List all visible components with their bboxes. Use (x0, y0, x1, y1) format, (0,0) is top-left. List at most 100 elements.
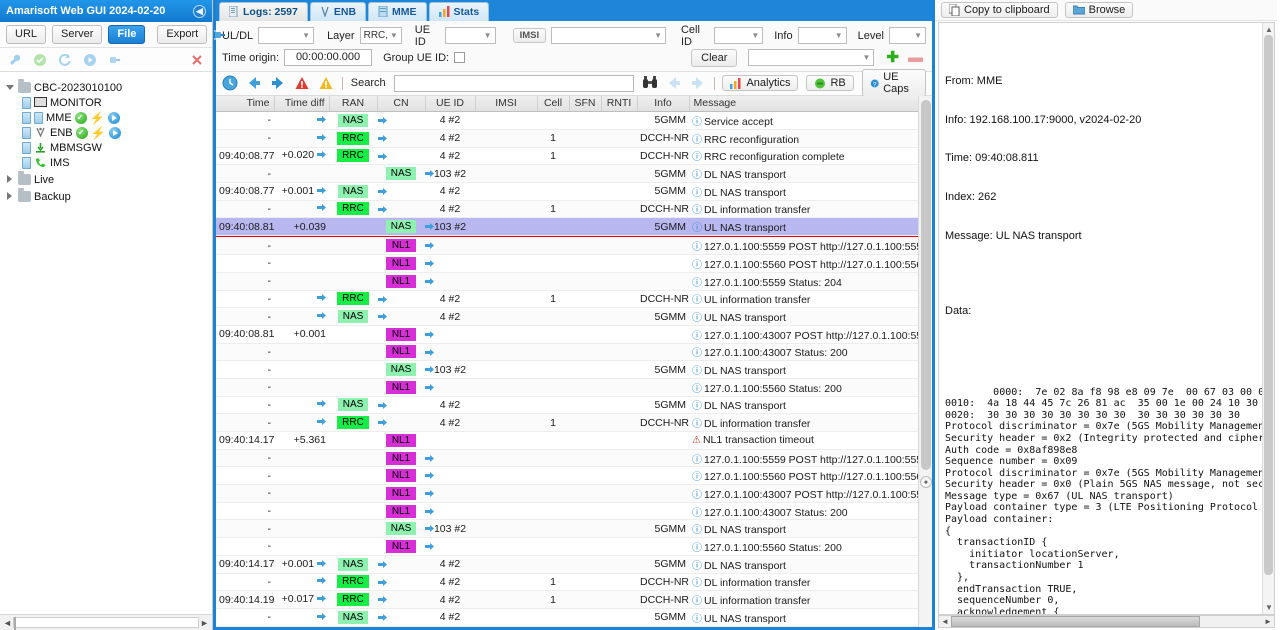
detail-text[interactable]: From: MME Info: 192.168.100.17:9000, v20… (939, 23, 1262, 614)
table-row[interactable]: - NL1 ⓘ 127.0.1.100:5560 Status: 200 (216, 537, 918, 556)
clear-button[interactable]: Clear (691, 48, 738, 67)
binoculars-icon[interactable] (642, 75, 658, 91)
detail-horizontal-scrollbar[interactable]: ◄ ► (938, 615, 1275, 628)
layer-select[interactable]: RRC, ▼ (359, 27, 402, 45)
table-row[interactable]: - NAS 103 #2 5GMM ⓘ DL NAS transport (216, 360, 918, 379)
scroll-up-arrow-icon[interactable]: ▲ (1265, 25, 1273, 34)
warning-triangle-icon[interactable] (318, 75, 334, 91)
scroll-thumb[interactable] (14, 617, 16, 630)
scroll-right-arrow-icon[interactable]: ► (1262, 617, 1274, 626)
table-column-header[interactable]: Cell (537, 95, 570, 113)
caret-right-icon[interactable] (6, 192, 15, 201)
ueid-select[interactable]: ▼ (444, 27, 496, 45)
table-row[interactable]: - NL1 ⓘ 127.0.1.100:5560 POST http://127.0.… (216, 466, 918, 486)
tab-mme[interactable]: MME (368, 1, 427, 21)
tree-item-mme[interactable]: MME ⚡ (6, 110, 212, 125)
table-row[interactable]: - NL1 ⓘ 127.0.1.100:5560 POST http://127.0.… (216, 254, 918, 273)
scroll-thumb[interactable] (951, 616, 1200, 627)
detail-vertical-scrollbar[interactable]: ▲ ▼ (1262, 23, 1274, 614)
table-row[interactable]: - RRC 4 #2 1 DCCH-NR ⓘ RRC reconfiguration (216, 129, 918, 148)
table-vertical-scrollbar[interactable]: ✦ (918, 95, 932, 627)
copy-to-clipboard-button[interactable]: Copy to clipboard (941, 2, 1058, 18)
clock-icon[interactable] (222, 75, 238, 91)
table-row[interactable]: 09:40:14.174+0.001 NAS 4 #2 5GMMⓘDL NAS tr… (216, 555, 918, 574)
table-row[interactable]: - NL1 ⓘ 127.0.1.100:5559 POST http://127.0.… (216, 449, 918, 468)
table-row[interactable]: - RRC 4 #2 1 DCCH-NR ⓘ DL information transfe… (216, 200, 918, 219)
table-row[interactable]: - NL1 ⓘ 127.0.1.100:5559 POST http://127.0.… (216, 237, 918, 256)
log-table-scroll[interactable]: Time Time diff RAN CN UE ID IMSI Cell SFN RNTI In… (216, 95, 918, 627)
server-button[interactable]: Server (52, 25, 103, 44)
tree-item-live[interactable]: Live (6, 171, 212, 187)
table-row[interactable]: - RRC 4 #2 1 DCCH-NR ⓘ DL information transfe… (216, 413, 918, 433)
tree-item-backup[interactable]: Backup (6, 188, 212, 204)
table-row[interactable]: - NL1 ⓘ 127.0.1.100:5560 Status: 200 (216, 378, 918, 397)
tree-item-mbmsgw[interactable]: MBMSGW (6, 140, 212, 155)
table-row[interactable]: - NL1 ⓘ 127.0.1.100:5559 Status: 204 (216, 272, 918, 291)
connect-icon[interactable] (108, 53, 122, 67)
table-row[interactable]: - NL1 ⓘ 127.0.1.100:43007 Status: 200 (216, 502, 918, 521)
imsi-select[interactable]: ▼ (551, 27, 666, 45)
table-row[interactable]: - NL1 ⓘ 127.0.1.100:43007 Status: 200 (216, 343, 918, 362)
preset-select[interactable]: ▼ (748, 49, 875, 67)
table-row[interactable]: - RRC 4 #2 1 DCCH-NR ⓘ UL information transfe… (216, 290, 918, 309)
table-row[interactable]: 09:40:08.771+0.020 RRC 4 #2 1 DCCH-NRⓘRRC r… (216, 147, 918, 166)
table-column-header[interactable]: CN (377, 95, 426, 113)
table-row[interactable]: - NAS 4 #2 5GMM ⓘ DL NAS transport (216, 396, 918, 415)
table-row[interactable]: - RRC 4 #2 1 DCCH-NR ⓘ DL information transfe… (216, 573, 918, 592)
tree-item-cbc[interactable]: CBC-2023010100 (6, 79, 212, 95)
caret-right-icon[interactable] (6, 175, 15, 184)
search-next-icon[interactable] (690, 75, 706, 91)
scroll-right-arrow-icon[interactable]: ► (199, 618, 210, 628)
scroll-track[interactable] (13, 617, 199, 630)
scroll-thumb[interactable] (921, 99, 931, 470)
table-column-header[interactable]: Time diff (274, 95, 330, 113)
rb-button[interactable]: RB (806, 75, 854, 92)
table-column-header[interactable]: SFN (569, 95, 602, 113)
table-row[interactable]: 09:40:14.191+0.017 RRC 4 #2 1 DCCH-NRⓘUL in… (216, 590, 918, 609)
table-column-header[interactable]: Message (689, 95, 918, 113)
search-input[interactable] (393, 74, 634, 92)
table-row[interactable]: - NAS 4 #2 5GMM ⓘ Service accept (216, 111, 918, 130)
table-row[interactable]: - NAS 4 #2 5GMM ⓘ UL NAS transport (216, 608, 918, 627)
close-x-icon[interactable] (190, 53, 204, 67)
refresh-icon[interactable] (58, 53, 72, 67)
tab-stats[interactable]: Stats (428, 1, 490, 21)
browse-button[interactable]: Browse (1064, 2, 1134, 18)
plug-icon[interactable] (213, 28, 227, 42)
table-row[interactable]: 09:40:08.772+0.001 NAS 4 #2 5GMMⓘDL NAS tr… (216, 182, 918, 201)
play-circle-icon[interactable] (83, 53, 97, 67)
add-filter-icon[interactable]: ✚ (886, 50, 899, 65)
analytics-button[interactable]: Analytics (722, 75, 799, 92)
uldl-select[interactable]: ▼ (258, 27, 315, 45)
table-column-header[interactable]: Info (637, 95, 690, 113)
level-select[interactable]: ▼ (888, 27, 926, 45)
check-circle-icon[interactable] (33, 53, 47, 67)
tree-item-enb[interactable]: ENB ⚡ (6, 125, 212, 140)
table-column-header[interactable]: UE ID (425, 95, 476, 113)
play-icon[interactable] (108, 126, 121, 139)
table-row[interactable]: 09:40:08.811 +0.039 NAS 103 #2 5GMM ⓘ UL NAS t… (216, 217, 918, 236)
tree-item-monitor[interactable]: MONITOR (6, 95, 212, 110)
table-column-header[interactable]: RNTI (601, 95, 638, 113)
error-triangle-icon[interactable] (294, 75, 310, 91)
table-row[interactable]: 09:40:08.812+0.001 NL1 ⓘ127.0.1.100:43007 … (216, 325, 918, 344)
scroll-left-arrow-icon[interactable]: ◄ (939, 617, 951, 626)
wrench-icon[interactable] (8, 53, 22, 67)
imsi-button[interactable]: IMSI (512, 28, 547, 44)
remove-filter-icon[interactable]: ▬ (908, 50, 923, 65)
scroll-track[interactable] (951, 616, 1262, 627)
arrow-left-icon[interactable] (246, 75, 262, 91)
chevron-left-icon[interactable]: ◀ (193, 4, 206, 18)
play-icon[interactable] (107, 111, 120, 124)
scroll-down-arrow-icon[interactable]: ▼ (1265, 603, 1273, 612)
scroll-thumb[interactable] (1264, 35, 1273, 575)
group-ueid-checkbox[interactable] (454, 52, 466, 64)
table-row[interactable]: - NAS103 #2 5GMMⓘUL NAS transport (216, 626, 918, 627)
table-column-header[interactable]: IMSI (475, 95, 538, 113)
table-row[interactable]: - NAS 103 #2 5GMM ⓘ DL NAS transport (216, 164, 918, 183)
tree-item-ims[interactable]: IMS (6, 155, 212, 170)
caret-down-icon[interactable] (6, 83, 15, 92)
url-button[interactable]: URL (6, 25, 47, 44)
cellid-select[interactable]: ▼ (714, 27, 764, 45)
scroll-marker-icon[interactable]: ✦ (920, 475, 932, 488)
